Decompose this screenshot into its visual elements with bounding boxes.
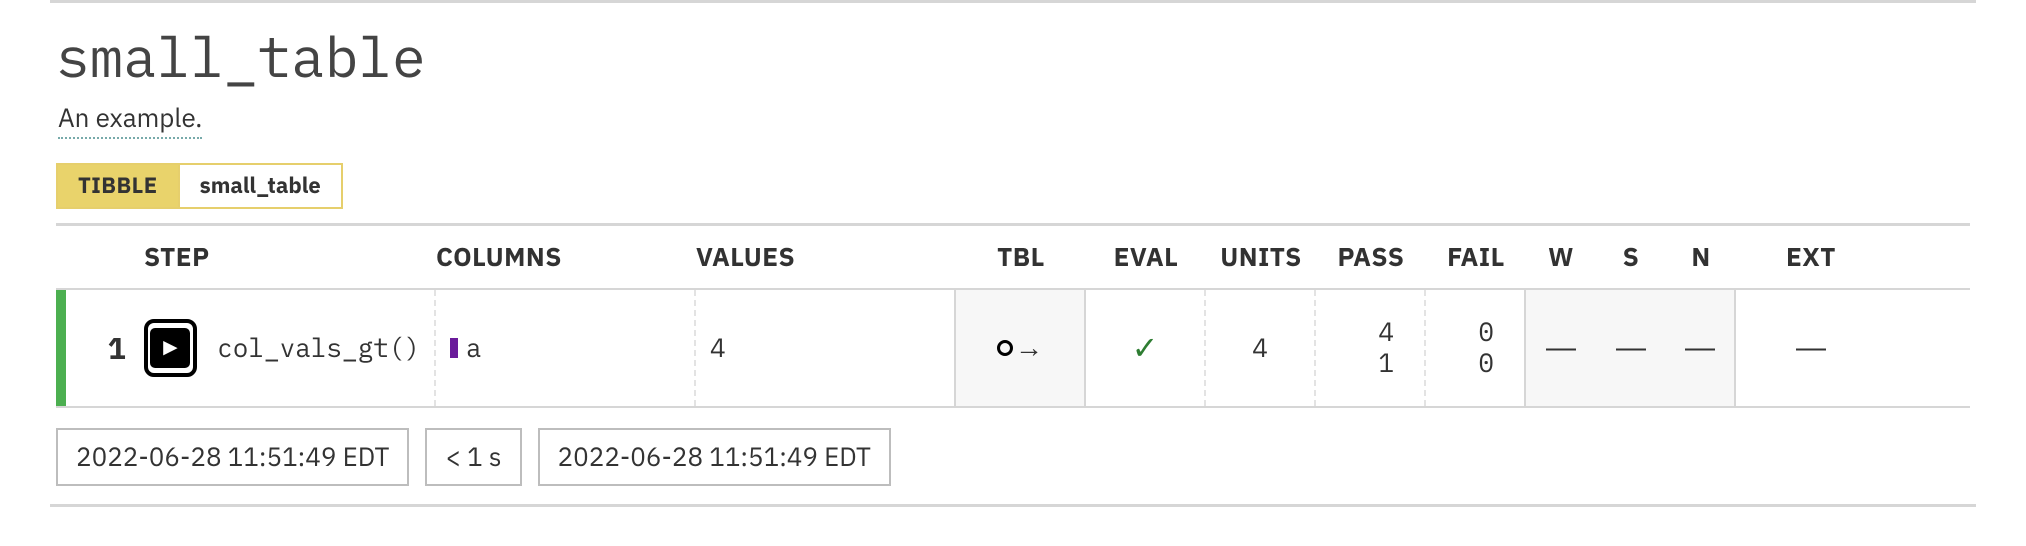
cell-step: 1 ► col_vals_gt() <box>66 290 436 406</box>
source-badges: TIBBLEsmall_table <box>56 163 1970 209</box>
col-header-columns: COLUMNS <box>436 240 696 274</box>
duration: < 1 s <box>425 428 521 486</box>
cell-ext: — <box>1736 290 1886 406</box>
report-subtitle: An example. <box>58 101 202 139</box>
column-marker-icon <box>450 338 458 358</box>
start-time: 2022-06-28 11:51:49 EDT <box>56 428 409 486</box>
assertion-icon: ► <box>144 319 198 377</box>
top-rule <box>50 0 1976 3</box>
header-separator <box>56 223 1970 226</box>
column-name: a <box>466 331 482 365</box>
tbl-unchanged-icon: → <box>997 334 1043 362</box>
cell-fail: 0 0 <box>1426 290 1526 406</box>
cell-values: 4 <box>696 290 956 406</box>
ext-value: — <box>1750 331 1872 365</box>
check-icon: ✓ <box>1132 329 1159 367</box>
col-header-step: STEP <box>56 240 436 274</box>
end-time: 2022-06-28 11:51:49 EDT <box>538 428 891 486</box>
w-value: — <box>1540 331 1582 365</box>
fail-fraction: 0 <box>1478 348 1494 379</box>
col-header-eval: EVAL <box>1086 240 1206 274</box>
table-row: 1 ► col_vals_gt() a 4 → ✓ 4 4 1 <box>56 290 1970 408</box>
fail-count: 0 <box>1478 317 1494 348</box>
col-header-w: W <box>1526 240 1596 274</box>
cell-eval: ✓ <box>1086 290 1206 406</box>
step-index: 1 <box>80 329 126 368</box>
badge-name: small_table <box>180 163 343 209</box>
s-value: — <box>1610 331 1652 365</box>
cell-tbl: → <box>956 290 1086 406</box>
col-header-tbl: TBL <box>956 240 1086 274</box>
chevron-right-icon: ► <box>159 336 183 360</box>
col-header-s: S <box>1596 240 1666 274</box>
report-title: small_table <box>56 21 1970 93</box>
cell-pass: 4 1 <box>1316 290 1426 406</box>
col-header-values: VALUES <box>696 240 956 274</box>
col-header-units: UNITS <box>1206 240 1316 274</box>
assertion-name: col_vals_gt() <box>217 331 420 365</box>
n-value: — <box>1680 331 1720 365</box>
cell-units: 4 <box>1206 290 1316 406</box>
status-bar-pass <box>56 290 66 406</box>
col-header-ext: EXT <box>1736 240 1886 274</box>
col-header-fail: FAIL <box>1426 240 1526 274</box>
cell-columns: a <box>436 290 696 406</box>
report-footer: 2022-06-28 11:51:49 EDT < 1 s 2022-06-28… <box>56 428 1970 486</box>
validation-report: small_table An example. TIBBLEsmall_tabl… <box>0 0 2026 507</box>
col-header-pass: PASS <box>1316 240 1426 274</box>
cell-w: — <box>1526 290 1596 406</box>
units-value: 4 <box>1220 331 1300 365</box>
column-headers: STEP COLUMNS VALUES TBL EVAL UNITS PASS … <box>56 240 1970 274</box>
pass-fraction: 1 <box>1378 348 1394 379</box>
threshold-value: 4 <box>710 331 726 365</box>
pass-count: 4 <box>1378 317 1394 348</box>
badge-type: TIBBLE <box>56 163 180 209</box>
col-header-n: N <box>1666 240 1736 274</box>
bottom-rule <box>50 504 1976 507</box>
cell-n: — <box>1666 290 1736 406</box>
cell-s: — <box>1596 290 1666 406</box>
